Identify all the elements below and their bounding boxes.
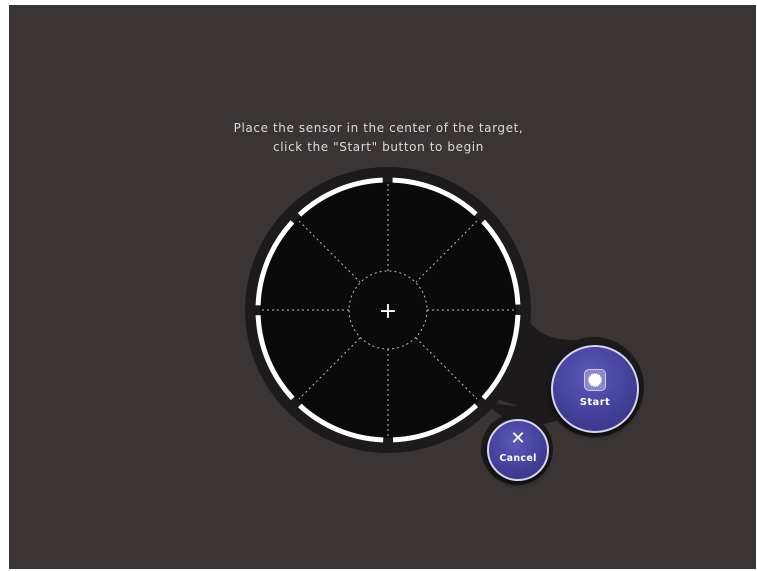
gear-icon [584,369,606,391]
cancel-button-label: Cancel [499,453,537,464]
instructions-line-2: click the "Start" button to begin [273,140,484,154]
instructions-line-1: Place the sensor in the center of the ta… [233,121,524,135]
cancel-button[interactable]: ✕ Cancel [487,419,549,481]
start-button-label: Start [579,397,611,408]
instructions-text: Place the sensor in the center of the ta… [0,119,757,157]
start-button[interactable]: Start [551,345,639,433]
close-icon: ✕ [510,428,526,449]
center-crosshair: + [379,299,397,324]
calibration-target-area: + [245,167,644,485]
